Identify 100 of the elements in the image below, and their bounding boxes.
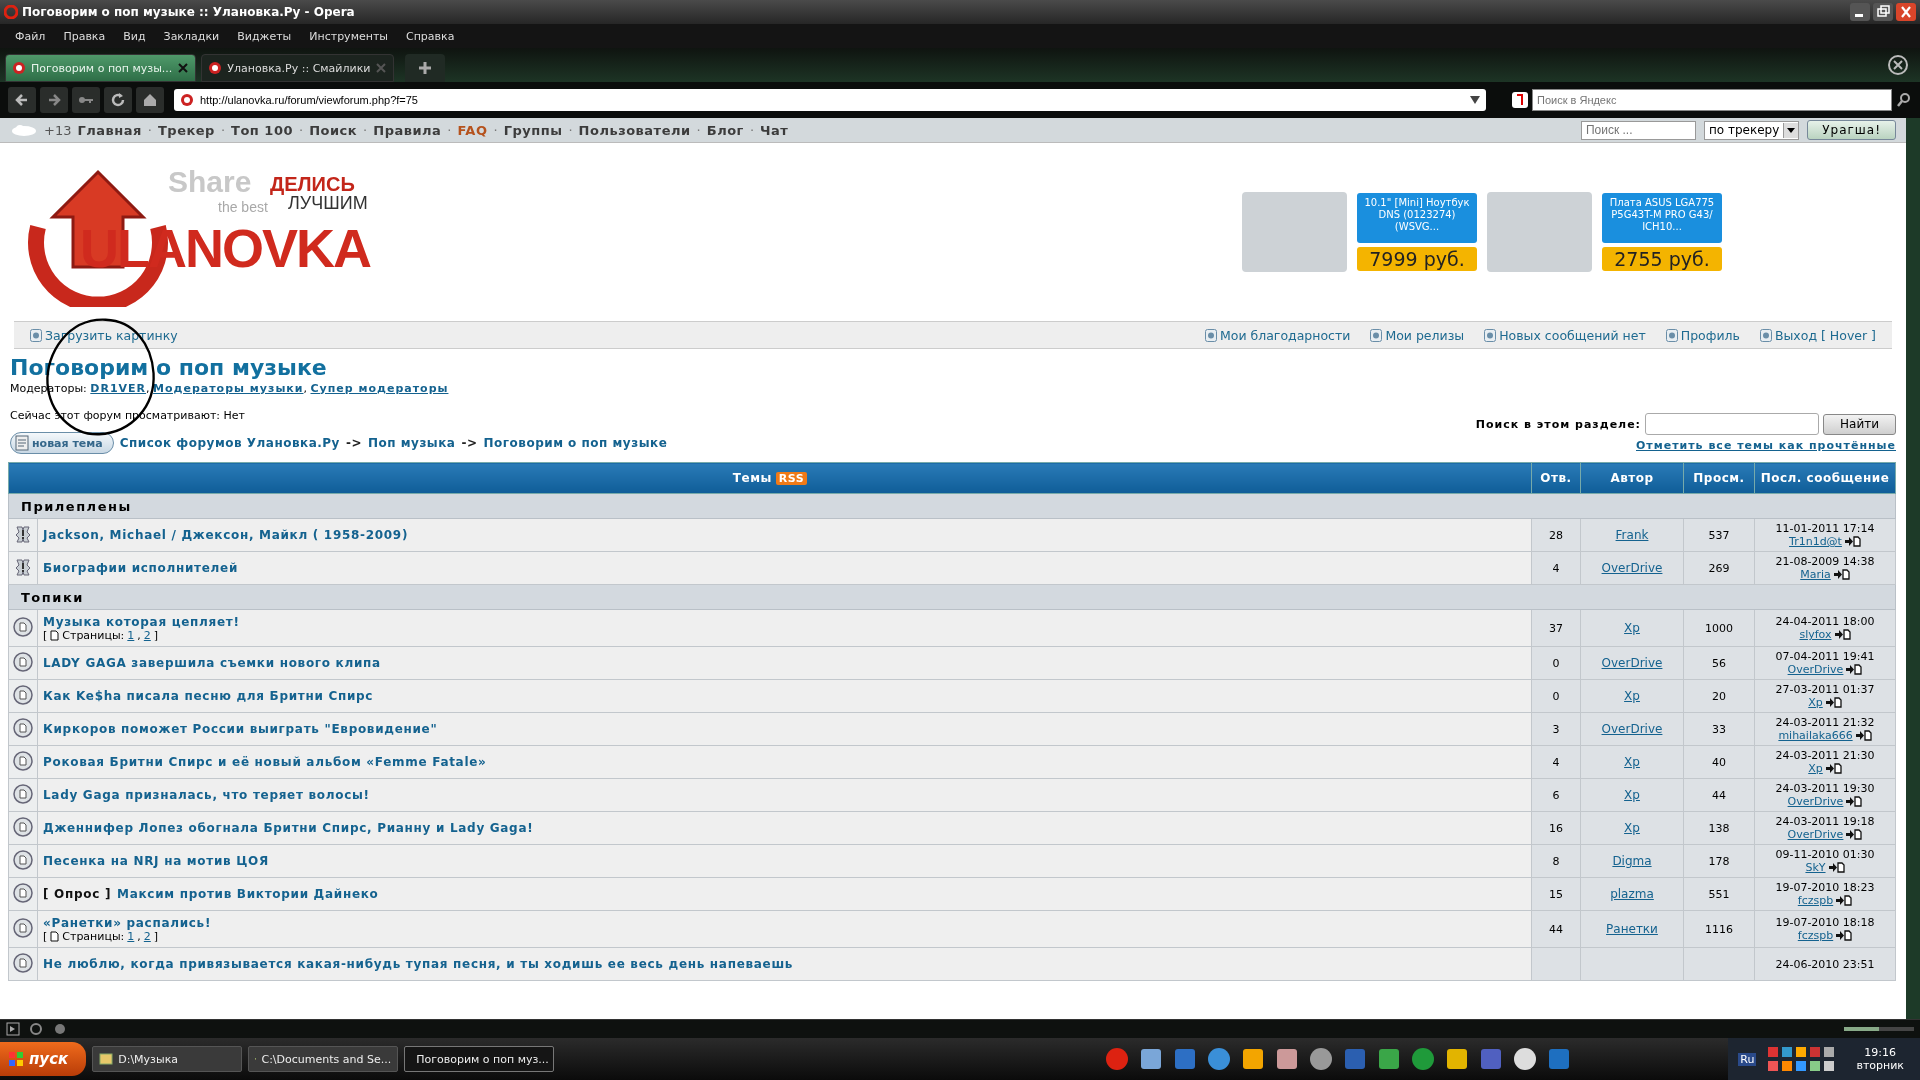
go-to-post-icon[interactable] [1846,796,1863,807]
topic-link[interactable]: Максим против Виктории Дайнеко [117,887,379,901]
ad-title[interactable]: 10.1" [Mini] Ноутбук DNS (0123274) (WSVG... [1357,193,1477,243]
topic-link[interactable]: Роковая Бритни Спирс и её новый альбом «Femme Fatale» [43,755,487,769]
moderator-link[interactable]: Модераторы музыки [153,382,304,395]
go-to-post-icon[interactable] [1844,536,1861,547]
user-link[interactable]: Мои благодарности [1204,327,1351,343]
taskbar-button[interactable]: Поговорим о поп муз... [404,1046,555,1072]
new-topic-button[interactable]: новая тема [10,432,114,454]
moderator-link[interactable]: Супер модераторы [310,382,449,395]
menu-item[interactable]: Файл [6,29,55,43]
breadcrumb-link[interactable]: Список форумов Улановка.Ру [119,436,340,450]
ad-title[interactable]: Плата ASUS LGA775 P5G43T-M PRO G43/ ICH10... [1602,193,1722,243]
breadcrumb-link[interactable]: Поп музыка [368,436,456,450]
menu-item[interactable]: Вид [114,29,155,43]
nav-link[interactable]: Поиск [309,122,358,138]
nav-link[interactable]: Группы [503,122,563,138]
nav-link[interactable]: Пользователи [578,122,691,138]
last-post-user[interactable]: OverDrive [1787,828,1844,841]
last-post-user[interactable]: slyfox [1799,628,1832,641]
author-link[interactable]: Digma [1612,854,1652,868]
topic-link[interactable]: Песенка на NRJ на мотив ЦОЯ [43,854,269,868]
zoom-slider[interactable] [1844,1027,1914,1031]
go-to-post-icon[interactable] [1825,697,1842,708]
user-link[interactable]: Выход [ Hover ] [1759,327,1876,343]
browser-tab[interactable]: Поговорим о поп музы... [5,54,197,82]
search-icon[interactable] [1896,92,1912,108]
last-post-user[interactable]: OverDrive [1787,663,1844,676]
go-to-post-icon[interactable] [1836,930,1853,941]
back-button[interactable] [8,87,36,113]
topic-link[interactable]: Музыка которая цепляет! [43,614,240,629]
ad-price[interactable]: 2755 руб. [1602,247,1722,271]
go-to-post-icon[interactable] [1846,664,1863,675]
start-button[interactable]: пуск [0,1042,87,1076]
mark-read-link[interactable]: Отметить все темы как прочтённые [1636,439,1896,452]
home-button[interactable] [136,87,164,113]
page-link[interactable]: 2 [143,628,151,642]
topic-link[interactable]: Киркоров поможет России выиграть "Евровидение" [43,722,438,736]
nav-link[interactable]: Трекер [158,122,215,138]
last-post-user[interactable]: Tr1n1d@t [1789,535,1842,548]
panel-toggle-icon[interactable] [6,1022,20,1036]
forward-button[interactable] [40,87,68,113]
find-button[interactable]: Найти [1823,413,1896,435]
author-link[interactable]: Frank [1615,528,1649,542]
go-to-post-icon[interactable] [1855,730,1872,741]
dropdown-icon[interactable] [1470,96,1480,104]
taskbar-button[interactable]: D:\Музыка [92,1046,243,1072]
web-search-field[interactable]: Поиск в Яндекс [1532,89,1892,111]
user-link[interactable]: Профиль [1665,327,1740,343]
author-link[interactable]: Xp [1624,755,1640,769]
round-app-icon[interactable] [1308,1046,1335,1072]
restore-button[interactable] [1873,3,1893,21]
last-post-user[interactable]: Xp [1808,696,1823,709]
last-post-user[interactable]: Xp [1808,762,1823,775]
moderator-link[interactable]: DR1VER [90,382,147,395]
go-to-post-icon[interactable] [1833,569,1850,580]
minimize-button[interactable] [1850,3,1870,21]
last-post-user[interactable]: OverDrive [1787,795,1844,808]
go-to-post-icon[interactable] [1834,629,1851,640]
last-post-user[interactable]: fczspb [1797,929,1834,942]
go-to-post-icon[interactable] [1836,895,1853,906]
menu-item[interactable]: Закладки [154,29,229,43]
menu-item[interactable]: Виджеты [228,29,301,43]
taskbar-button[interactable]: C:\Documents and Se... [248,1046,399,1072]
topic-link[interactable]: «Ранетки» распались! [43,915,212,930]
topic-link[interactable]: Биографии исполнителей [43,561,239,575]
new-tab-button[interactable] [405,54,446,82]
author-link[interactable]: Xp [1624,788,1640,802]
nav-link[interactable]: Топ 100 [231,122,293,138]
last-post-user[interactable]: SkY [1805,861,1826,874]
search-button[interactable]: Урагша! [1807,120,1896,140]
author-link[interactable]: Xp [1624,621,1640,635]
go-to-post-icon[interactable] [1825,763,1842,774]
menu-item[interactable]: Правка [54,29,115,43]
nav-link[interactable]: Чат [760,122,789,138]
nav-link[interactable]: Главная [77,122,142,138]
site-search-field[interactable]: Поиск ... [1580,120,1696,140]
topic-link[interactable]: LADY GAGA завершила съемки нового клипа [43,656,381,670]
user-link[interactable]: Новых сообщений нет [1484,327,1646,343]
key-button[interactable] [72,87,100,113]
author-link[interactable]: Ранетки [1606,922,1658,936]
page-link[interactable]: 1 [127,628,135,642]
go-to-post-icon[interactable] [1828,862,1845,873]
nav-link[interactable]: Блог [706,122,744,138]
nav-link[interactable]: FAQ [457,122,488,138]
last-post-user[interactable]: mihailaka666 [1778,729,1853,742]
round-app-icon[interactable] [1512,1046,1539,1072]
author-link[interactable]: Xp [1624,689,1640,703]
browser-tab[interactable]: Улановка.Ру :: Смайлики [201,54,395,82]
breadcrumb-link[interactable]: Поговорим о поп музыке [483,436,668,450]
topic-link[interactable]: Дженнифер Лопез обогнала Бритни Спирс, Рианну и Lady Gaga! [43,821,534,835]
reload-button[interactable] [104,87,132,113]
author-link[interactable]: plazma [1610,887,1654,901]
page-link[interactable]: 1 [127,929,135,943]
close-button[interactable] [1896,3,1916,21]
menu-item[interactable]: Инструменты [300,29,397,43]
scope-dropdown[interactable]: по трекеру [1703,120,1800,140]
last-post-user[interactable]: fczspb [1797,894,1834,907]
topic-link[interactable]: Lady Gaga призналась, что теряет волосы! [43,788,370,802]
close-icon[interactable] [177,62,190,74]
